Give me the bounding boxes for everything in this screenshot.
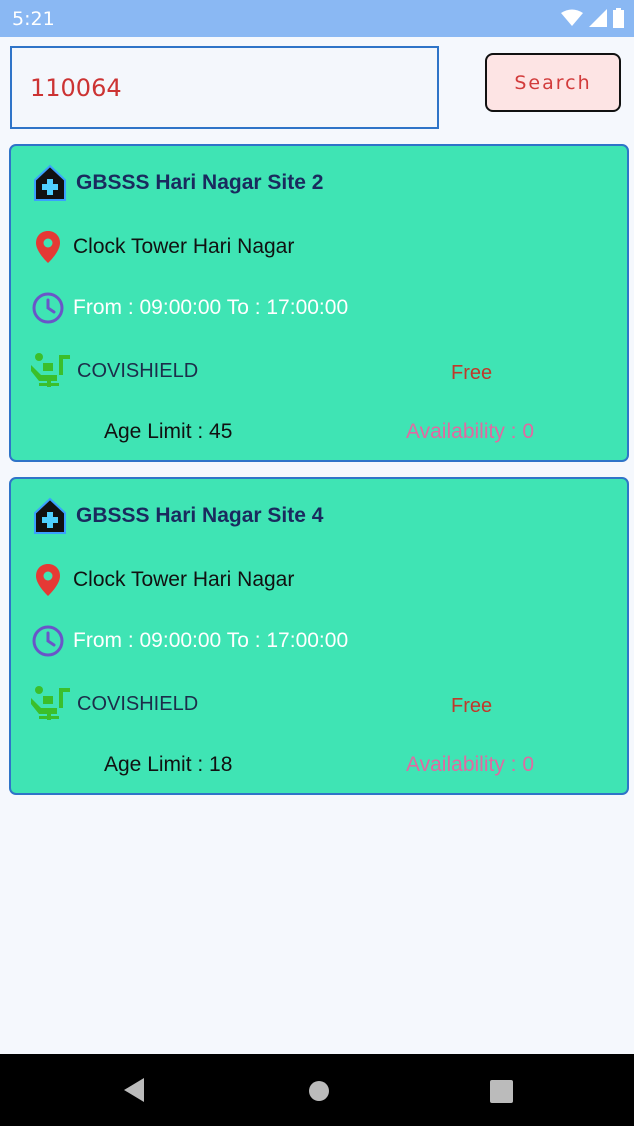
- center-name: GBSSS Hari Nagar Site 4: [76, 504, 324, 527]
- location-pin-icon: [36, 231, 60, 263]
- clock-icon: [32, 625, 64, 657]
- search-row: Search: [0, 37, 634, 137]
- availability: Availability : 0: [406, 753, 535, 776]
- center-card[interactable]: GBSSS Hari Nagar Site 2 Clock Tower Hari…: [9, 144, 629, 462]
- center-timing: From : 09:00:00 To : 17:00:00: [73, 296, 349, 319]
- home-icon[interactable]: [308, 1080, 330, 1102]
- signal-icon: [589, 9, 607, 27]
- battery-icon: [613, 8, 624, 28]
- vaccination-chair-icon: [31, 686, 70, 720]
- status-icons: [561, 8, 624, 28]
- hospital-icon: [34, 497, 66, 534]
- clock-icon: [32, 292, 64, 324]
- center-address: Clock Tower Hari Nagar: [73, 235, 295, 258]
- status-bar: 5:21: [0, 0, 634, 37]
- availability: Availability : 0: [406, 420, 535, 443]
- recents-icon[interactable]: [490, 1080, 513, 1103]
- pincode-input[interactable]: [10, 46, 439, 129]
- fee-type: Free: [451, 362, 493, 384]
- vaccination-chair-icon: [31, 353, 70, 387]
- navigation-bar: [0, 1054, 634, 1126]
- center-name: GBSSS Hari Nagar Site 2: [76, 171, 324, 194]
- hospital-icon: [34, 164, 66, 201]
- center-timing: From : 09:00:00 To : 17:00:00: [73, 629, 349, 652]
- age-limit: Age Limit : 18: [104, 753, 233, 776]
- age-limit: Age Limit : 45: [104, 420, 233, 443]
- vaccine-name: COVISHIELD: [77, 359, 199, 382]
- location-pin-icon: [36, 564, 60, 596]
- status-time: 5:21: [12, 8, 55, 30]
- wifi-icon: [561, 9, 583, 26]
- vaccine-name: COVISHIELD: [77, 692, 199, 715]
- center-address: Clock Tower Hari Nagar: [73, 568, 295, 591]
- fee-type: Free: [451, 695, 493, 717]
- center-card[interactable]: GBSSS Hari Nagar Site 4 Clock Tower Hari…: [9, 477, 629, 795]
- back-icon[interactable]: [122, 1076, 146, 1104]
- search-button[interactable]: Search: [485, 53, 621, 112]
